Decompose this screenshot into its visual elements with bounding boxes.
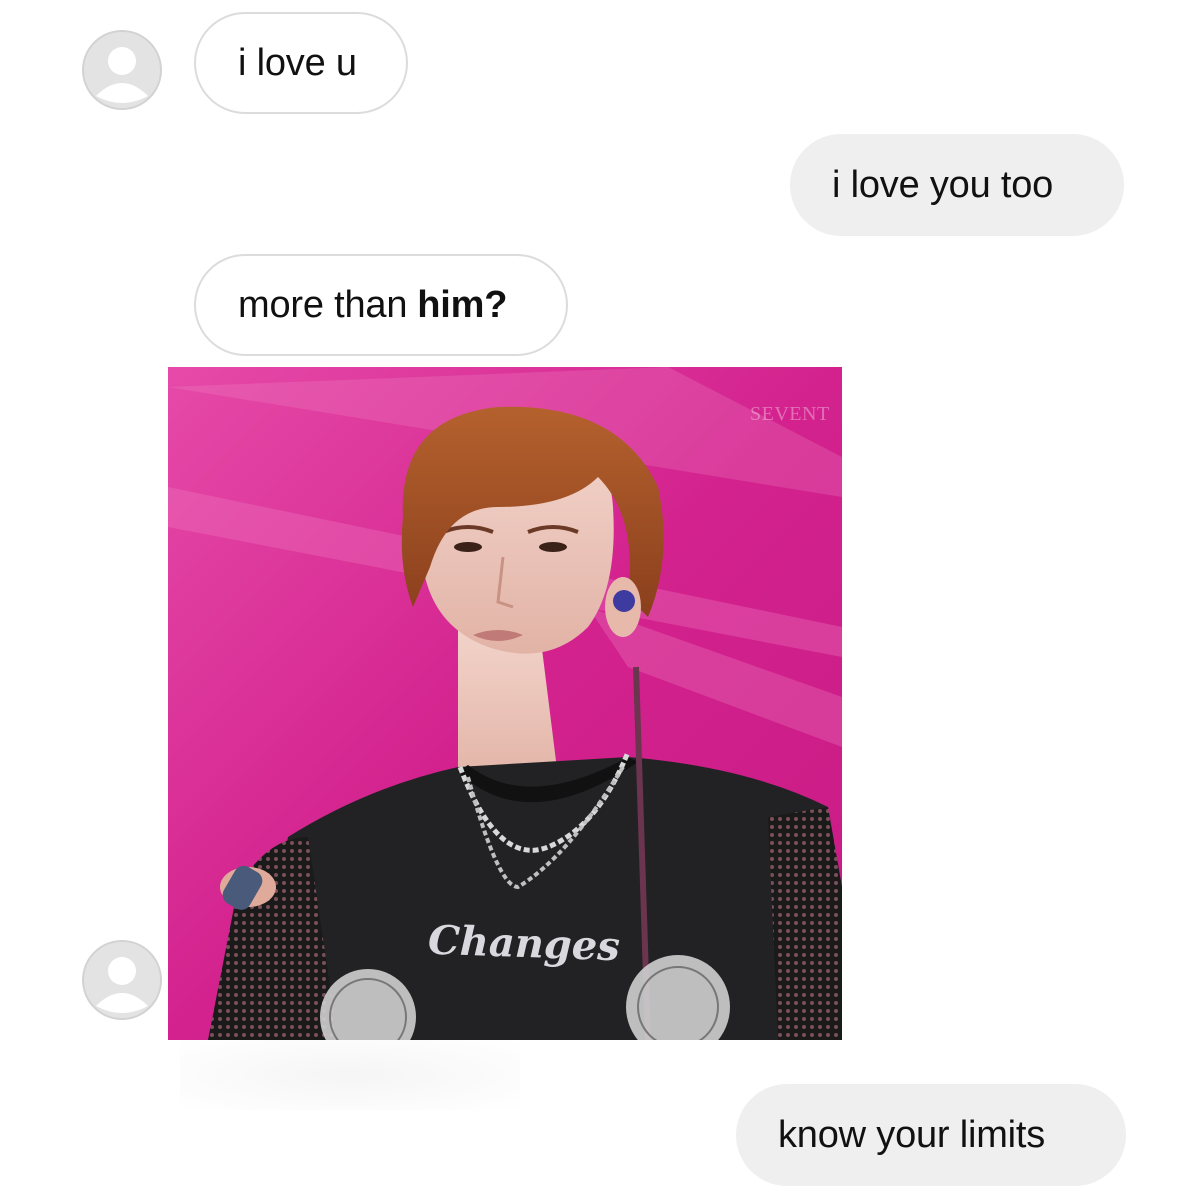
message-bubble-incoming[interactable]: i love u xyxy=(194,12,408,114)
photo-watermark-text: SEVENT xyxy=(750,403,830,425)
message-text: i love u xyxy=(238,42,357,84)
message-bubble-outgoing[interactable]: i love you too xyxy=(790,134,1124,236)
chat-thread: i love u i love you too more than him? S… xyxy=(0,0,1200,1197)
message-emphasis-text: him? xyxy=(417,284,508,326)
message-bubble-outgoing[interactable]: know your limits xyxy=(736,1084,1126,1186)
sender-avatar-icon[interactable] xyxy=(82,940,162,1020)
shirt-print-text: Changes xyxy=(427,916,621,971)
photo-shadow xyxy=(180,1040,520,1110)
message-bubble-incoming[interactable]: more than him? xyxy=(194,254,568,356)
message-text: more than xyxy=(238,284,408,326)
message-text: know your limits xyxy=(778,1114,1046,1156)
message-text: i love you too xyxy=(832,164,1054,206)
sender-avatar-icon[interactable] xyxy=(82,30,162,110)
